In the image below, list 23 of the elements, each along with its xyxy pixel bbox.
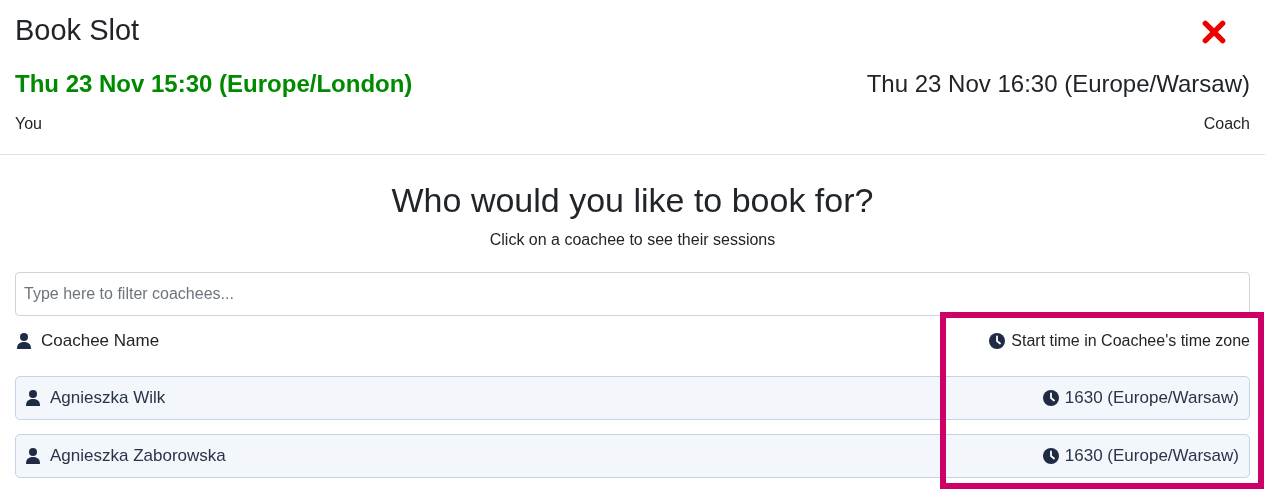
- window-title: Book Slot: [15, 13, 140, 48]
- slot-time: Thu 23 Nov 16:30 (Europe/Warsaw): [866, 69, 1250, 99]
- filter-field[interactable]: Type here to filter coachees...: [15, 272, 1250, 316]
- start-time: 1630 (Europe/Warsaw): [1064, 445, 1239, 468]
- time-owner-label: Coach: [1203, 114, 1250, 134]
- close-button[interactable]: [1200, 18, 1228, 46]
- user-icon: [17, 333, 31, 349]
- column-header: Coachee Name: [41, 330, 160, 353]
- coachee-name: Agnieszka Wilk: [50, 387, 166, 410]
- clock-icon: [989, 333, 1006, 349]
- clock-icon: [1042, 448, 1059, 464]
- slot-time: Thu 23 Nov 15:30 (Europe/London): [15, 69, 413, 99]
- time-owner-label: You: [15, 114, 42, 134]
- user-icon: [26, 448, 40, 464]
- user-icon: [26, 390, 40, 406]
- section-subheading: Click on a coachee to see their sessions: [488, 230, 777, 250]
- start-time: 1630 (Europe/Warsaw): [1064, 387, 1239, 410]
- coachee-row[interactable]: Agnieszka Wilk 1630 (Europe/Warsaw): [15, 376, 1250, 420]
- column-header: Start time in Coachee's time zone: [1011, 331, 1250, 351]
- coachee-name: Agnieszka Zaborowska: [50, 445, 226, 468]
- coachee-row[interactable]: Agnieszka Zaborowska 1630 (Europe/Warsaw): [15, 434, 1250, 478]
- clock-icon: [1042, 390, 1059, 406]
- section-heading: Who would you like to book for?: [390, 180, 875, 220]
